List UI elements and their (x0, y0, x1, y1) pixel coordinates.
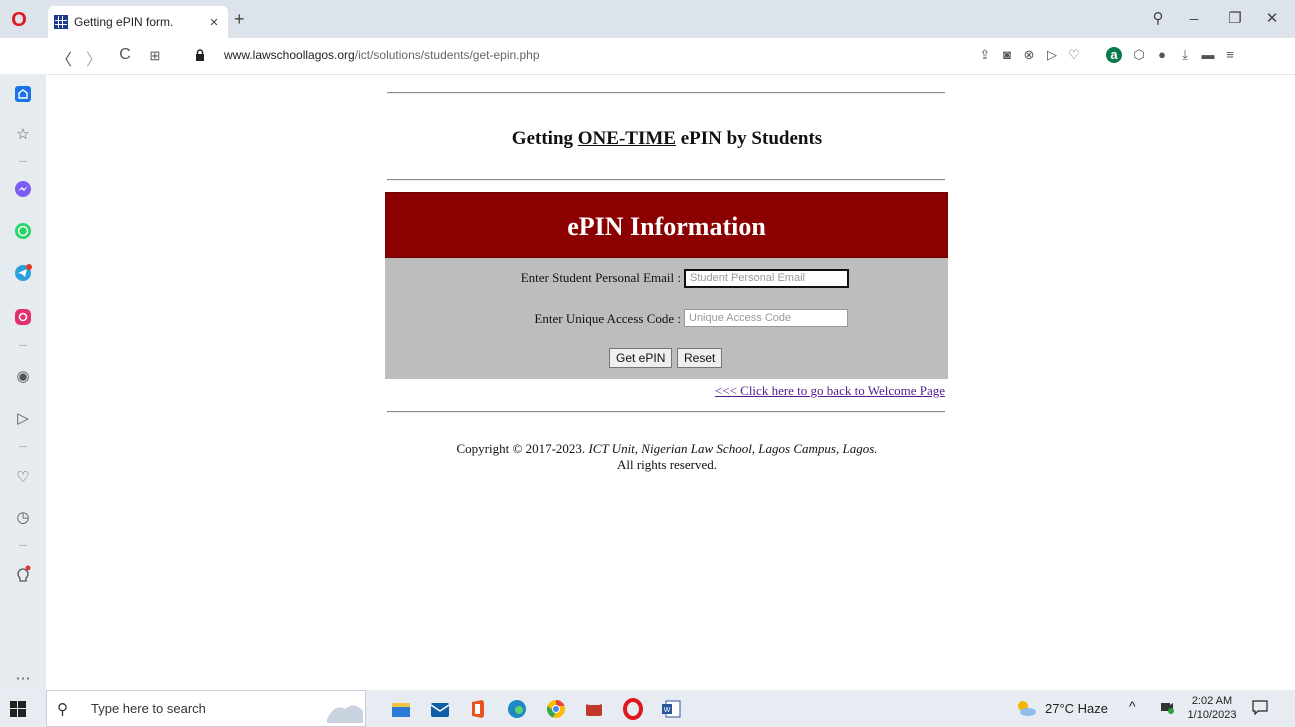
taskbar: ⚲ Type here to search W 27°C Haze ^ 2:02… (0, 690, 1295, 727)
opera-menu-icon[interactable]: O (8, 9, 30, 31)
copyright-org: ICT Unit, Nigerian Law School, Lagos Cam… (588, 441, 878, 456)
lock-icon (196, 49, 204, 61)
url-path: /ict/solutions/students/get-epin.php (354, 48, 540, 62)
sidebar-divider (19, 161, 27, 162)
snapshot-icon[interactable]: ◙ (999, 47, 1015, 63)
notifications-icon[interactable] (1252, 699, 1268, 715)
windows-start-icon[interactable] (10, 701, 26, 717)
flow-icon[interactable]: ▷ (1044, 47, 1060, 63)
opera-taskbar-icon[interactable] (622, 698, 644, 720)
speed-dial-button[interactable]: ⊞ (145, 48, 165, 64)
restore-button[interactable]: ❐ (1223, 9, 1247, 27)
reload-button[interactable]: C (115, 46, 135, 64)
get-epin-button[interactable]: Get ePIN (609, 348, 673, 368)
tab-close-icon[interactable]: × (204, 14, 224, 31)
tab-title: Getting ePIN form. (74, 15, 174, 29)
access-code-label: Enter Unique Access Code : (534, 311, 681, 326)
mail-icon[interactable] (429, 698, 451, 720)
profile-icon[interactable]: ● (1154, 47, 1170, 63)
tray-chevron-icon[interactable]: ^ (1129, 698, 1136, 714)
forward-button[interactable]: 〉 (84, 46, 104, 70)
media-app-icon[interactable] (583, 698, 605, 720)
sidebar-telegram-icon[interactable] (12, 262, 34, 284)
sidebar-divider (19, 545, 27, 546)
page-title-suffix: ePIN by Students (675, 128, 823, 149)
tab-favicon-icon (54, 15, 68, 29)
meet-now-icon[interactable] (1160, 700, 1174, 714)
copyright-rights: All rights reserved. (616, 457, 717, 472)
browser-tab[interactable]: Getting ePIN form. × (48, 6, 228, 38)
search-icon: ⚲ (57, 701, 68, 718)
file-explorer-icon[interactable] (390, 698, 412, 720)
download-icon[interactable]: ⤓ (1177, 47, 1193, 63)
weather-icon[interactable] (1015, 699, 1037, 717)
taskbar-search-placeholder: Type here to search (91, 701, 206, 716)
chrome-icon[interactable] (545, 698, 567, 720)
office-icon[interactable] (467, 698, 489, 720)
sidebar-divider (19, 446, 27, 447)
sidebar-whatsapp-icon[interactable] (12, 220, 34, 242)
sidebar-tips-icon[interactable] (12, 563, 34, 585)
sidebar-messenger-icon[interactable] (12, 178, 34, 200)
share-icon[interactable]: ⇪ (977, 47, 993, 63)
epin-form: ePIN Information Enter Student Personal … (385, 192, 948, 379)
url-field[interactable]: www.lawschoollagos.org/ict/solutions/stu… (224, 48, 540, 62)
page-title: Getting ONE-TIME ePIN by Students (387, 128, 947, 150)
page-title-emphasis: ONE-TIME (577, 128, 676, 149)
address-bar: 〈 〉 C ⊞ www.lawschoollagos.org/ict/solut… (0, 38, 1295, 75)
sidebar-history-icon[interactable]: ◷ (12, 506, 34, 528)
extension-a-icon[interactable]: a (1106, 47, 1122, 63)
new-tab-button[interactable]: + (234, 9, 245, 30)
title-divider (387, 179, 945, 181)
sidebar-pinboard-icon[interactable]: ♡ (12, 466, 34, 488)
footer-divider (387, 411, 945, 413)
email-field[interactable]: Student Personal Email (684, 269, 849, 288)
sidebar-more-icon[interactable]: ⋯ (12, 667, 34, 689)
adblock-icon[interactable]: ⊗ (1021, 47, 1037, 63)
url-host: www.lawschoollagos.org (224, 48, 355, 62)
clock-date: 1/10/2023 (1187, 709, 1237, 721)
tab-search-icon[interactable]: ⚲ (1146, 9, 1170, 27)
top-divider (387, 92, 945, 94)
sidebar-flow-icon[interactable]: ▷ (12, 407, 34, 429)
word-icon[interactable]: W (660, 698, 682, 720)
battery-saver-icon[interactable]: ▬ (1200, 47, 1216, 63)
bookmark-heart-icon[interactable]: ♡ (1066, 47, 1082, 63)
email-label: Enter Student Personal Email : (520, 270, 681, 285)
sidebar-bookmarks-icon[interactable]: ☆ (12, 123, 34, 145)
svg-text:W: W (664, 707, 671, 714)
sidebar-home-icon[interactable] (12, 83, 34, 105)
extensions-cube-icon[interactable]: ⬡ (1131, 47, 1147, 63)
tab-bar: O Getting ePIN form. × + ⚲ _ ❐ ✕ (0, 0, 1295, 38)
clock-time: 2:02 AM (1191, 695, 1233, 707)
copyright-prefix: Copyright © 2017-2023. (456, 441, 589, 456)
close-window-button[interactable]: ✕ (1260, 9, 1284, 27)
search-highlight-icon (327, 705, 363, 723)
weather-text[interactable]: 27°C Haze (1045, 701, 1108, 716)
copyright: Copyright © 2017-2023. ICT Unit, Nigeria… (387, 441, 947, 473)
sidebar-player-icon[interactable]: ◉ (12, 365, 34, 387)
back-button[interactable]: 〈 (54, 46, 74, 70)
sidebar-divider (19, 345, 27, 346)
sidebar: ☆ ◉ ▷ ♡ ◷ ⋯ (0, 74, 46, 690)
page-title-prefix: Getting (511, 128, 578, 149)
back-to-welcome-link[interactable]: <<< Click here to go back to Welcome Pag… (630, 383, 945, 399)
system-clock[interactable]: 2:02 AM 1/10/2023 (1183, 694, 1241, 722)
minimize-button[interactable]: _ (1182, 4, 1206, 21)
form-heading: ePIN Information (385, 192, 948, 258)
edge-icon[interactable] (506, 698, 528, 720)
access-code-field[interactable]: Unique Access Code (684, 309, 848, 327)
easy-setup-icon[interactable]: ≡ (1222, 47, 1238, 63)
taskbar-search[interactable]: ⚲ Type here to search (46, 690, 366, 727)
sidebar-instagram-icon[interactable] (12, 306, 34, 328)
reset-button[interactable]: Reset (677, 348, 723, 368)
